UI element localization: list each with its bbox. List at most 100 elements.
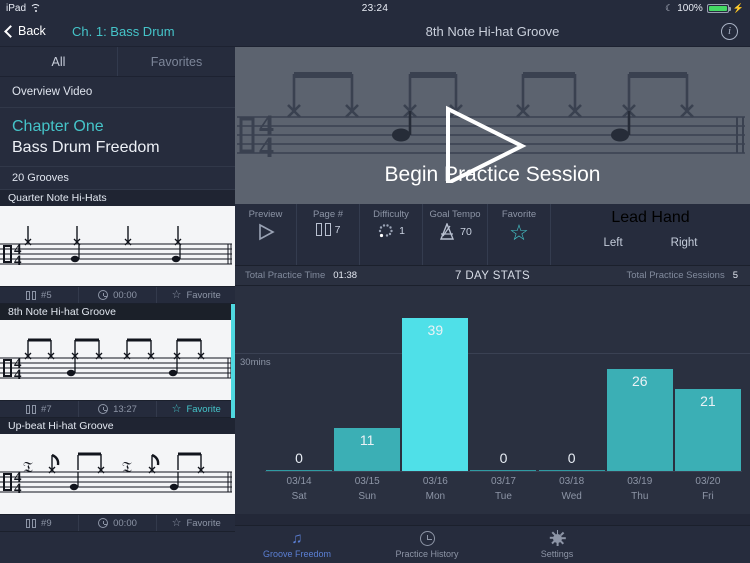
- overview-video-row[interactable]: Overview Video: [0, 77, 235, 108]
- app-root: iPad 23:24 ☾ 100% ⚡ Back Ch. 1: Bass Dru…: [0, 0, 750, 563]
- begin-practice-session-label[interactable]: Begin Practice Session: [235, 163, 750, 187]
- lead-hand-group: Lead Hand Left Right: [551, 204, 750, 265]
- tempo-value: 70: [460, 225, 472, 238]
- status-right: ☾ 100% ⚡: [665, 3, 744, 14]
- difficulty-value: 1: [399, 225, 405, 237]
- groove-page-value: #7: [41, 403, 52, 415]
- lead-hand-right-button[interactable]: Right: [671, 237, 698, 249]
- sidebar-segmented-control: All Favorites: [0, 47, 235, 77]
- groove-time-cell[interactable]: 13:27: [79, 401, 158, 417]
- lead-hand-options: Left Right: [603, 237, 697, 249]
- total-practice-time-label: Total Practice Time: [245, 270, 326, 281]
- groove-title: 8th Note Hi-hat Groove: [8, 306, 116, 318]
- chart-bar-column: 0: [538, 294, 606, 472]
- groove-count-label: 20 Grooves: [12, 172, 69, 184]
- battery-icon: [706, 3, 731, 13]
- chart-x-tick: 03/20 Fri: [695, 476, 721, 502]
- groove-notation[interactable]: 4 4: [0, 206, 235, 286]
- difficulty-label: Difficulty: [373, 209, 409, 220]
- groove-favorite-cell[interactable]: ☆ Favorite: [157, 515, 235, 531]
- chart-x-tick: 03/16 Mon: [422, 476, 448, 502]
- groove-page-cell[interactable]: #5: [0, 287, 79, 303]
- groove-favorite-label: Favorite: [186, 517, 221, 529]
- total-sessions-value: 5: [732, 270, 738, 281]
- total-practice-sessions: Total Practice Sessions 5: [626, 270, 738, 281]
- clock-icon: [98, 290, 109, 300]
- difficulty-dots-icon: [378, 224, 393, 238]
- chart-x-tick: 03/14 Sat: [286, 476, 312, 502]
- chart-bar: 39: [402, 318, 469, 472]
- page-row: 7: [315, 223, 341, 236]
- lead-hand-left-button[interactable]: Left: [603, 237, 622, 249]
- chart-bar-column: 39: [401, 294, 469, 472]
- back-label: Back: [18, 24, 46, 38]
- groove-favorite-cell[interactable]: ☆ Favorite: [157, 287, 235, 303]
- star-outline-icon: ☆: [171, 402, 182, 415]
- tempo-row: 70: [438, 223, 472, 240]
- groove-notation[interactable]: 4 4: [0, 320, 235, 400]
- book-icon: [26, 518, 37, 528]
- groove-page-cell[interactable]: #9: [0, 515, 79, 531]
- sidebar-navbar: Back Ch. 1: Bass Drum: [0, 16, 235, 47]
- page-value: 7: [334, 223, 341, 236]
- tab-practice-history[interactable]: Practice History: [387, 530, 467, 559]
- practice-bar-chart: 30mins 0 11 39 0 0 26 21 03/14 Sat 03/15 Sun 03/16…: [235, 286, 750, 514]
- favorite-label: Favorite: [501, 209, 537, 220]
- clock-icon: [98, 404, 109, 414]
- groove-favorite-cell[interactable]: ☆ Favorite: [157, 401, 235, 417]
- back-button[interactable]: Back: [4, 24, 46, 38]
- page-label: Page #: [312, 209, 344, 220]
- sidebar: Back Ch. 1: Bass Drum All Favorites Over…: [0, 16, 235, 563]
- difficulty-button[interactable]: Difficulty 1: [360, 204, 423, 265]
- groove-time-cell[interactable]: 00:00: [79, 287, 158, 303]
- svg-text:4: 4: [14, 481, 22, 497]
- content-area: 8th Note Hi-hat Groove i 4 4 Begin Pract…: [235, 16, 750, 563]
- goal-tempo-button[interactable]: Goal Tempo 70: [423, 204, 488, 265]
- info-icon[interactable]: i: [721, 22, 738, 40]
- list-item[interactable]: Up-beat Hi-hat Groove 4 4 𝔗 𝔗 #9 00:00 ☆…: [0, 418, 235, 532]
- svg-text:𝔗: 𝔗: [122, 460, 132, 476]
- tab-favorites[interactable]: Favorites: [117, 47, 235, 76]
- favorite-button[interactable]: Favorite ☆: [488, 204, 551, 265]
- svg-text:4: 4: [259, 131, 274, 164]
- tab-groove-freedom[interactable]: ♫ Groove Freedom: [257, 530, 337, 559]
- charging-bolt-icon: ⚡: [732, 2, 744, 13]
- page-number-button[interactable]: Page # 7: [297, 204, 360, 265]
- chart-bar: 11: [334, 428, 401, 472]
- music-staff-svg: 4 4 𝔗 𝔗: [0, 452, 232, 497]
- music-staff-svg: 4 4: [0, 338, 232, 383]
- clock-icon: [98, 518, 109, 528]
- tab-all[interactable]: All: [0, 47, 117, 76]
- preview-button[interactable]: Preview: [235, 204, 297, 265]
- total-practice-time-value: 01:38: [333, 270, 358, 281]
- chart-bar-column: 0: [265, 294, 333, 472]
- moon-icon: ☾: [665, 2, 674, 13]
- groove-page-value: #5: [41, 289, 52, 301]
- play-triangle-icon: [258, 223, 275, 241]
- star-outline-icon: ☆: [171, 516, 182, 529]
- groove-meta-bar: #5 00:00 ☆ Favorite: [0, 286, 235, 304]
- groove-title: Quarter Note Hi-Hats: [8, 192, 107, 204]
- groove-time-value: 00:00: [113, 517, 137, 529]
- groove-meta-bar: #9 00:00 ☆ Favorite: [0, 514, 235, 532]
- groove-list[interactable]: Quarter Note Hi-Hats 4 4 #5 00:00 ☆ Favo…: [0, 190, 235, 552]
- tab-settings[interactable]: Settings: [517, 530, 597, 559]
- chart-x-tick: 03/18 Wed: [559, 476, 585, 502]
- chart-bar-column: 26: [606, 294, 674, 472]
- groove-title-bar: Quarter Note Hi-Hats: [0, 190, 235, 206]
- chart-bar-value: 0: [499, 450, 508, 466]
- tab-practice-history-label: Practice History: [395, 549, 459, 559]
- tempo-label: Goal Tempo: [429, 209, 481, 220]
- tab-groove-freedom-label: Groove Freedom: [262, 549, 332, 559]
- chapter-breadcrumb: Ch. 1: Bass Drum: [72, 23, 175, 39]
- groove-title-bar: Up-beat Hi-hat Groove: [0, 418, 235, 434]
- book-icon: [315, 223, 331, 236]
- groove-time-value: 00:00: [113, 289, 137, 301]
- list-item[interactable]: Quarter Note Hi-Hats 4 4 #5 00:00 ☆ Favo…: [0, 190, 235, 304]
- groove-time-cell[interactable]: 00:00: [79, 515, 158, 531]
- groove-notation[interactable]: 4 4 𝔗 𝔗: [0, 434, 235, 514]
- preview-hero[interactable]: 4 4 Begin Practice Session: [235, 47, 750, 204]
- groove-page-cell[interactable]: #7: [0, 401, 79, 417]
- stats-strip: Total Practice Time 01:38 7 DAY STATS To…: [235, 266, 750, 286]
- list-item[interactable]: 8th Note Hi-hat Groove 4 4 #7 13:27 ☆ Fa…: [0, 304, 235, 418]
